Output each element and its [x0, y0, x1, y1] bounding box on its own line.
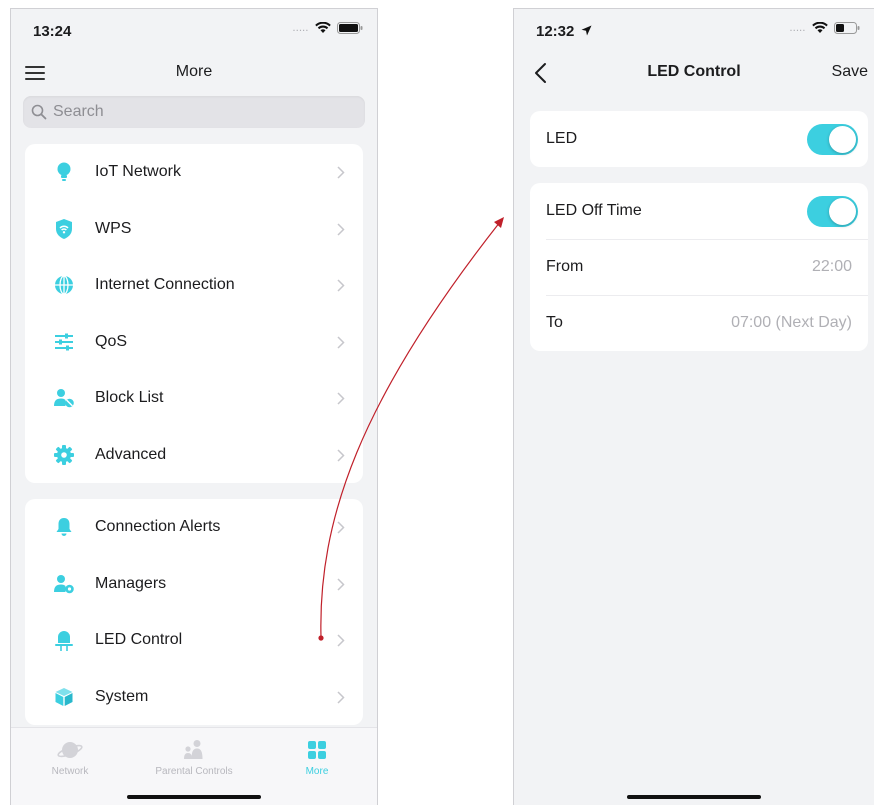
signal-icon: .....: [292, 23, 309, 33]
menu-item-label: Connection Alerts: [95, 518, 221, 536]
led-off-time-card: LED Off Time From 22:00 To 07:00 (Next D…: [530, 183, 868, 351]
menu-item-wps[interactable]: WPS: [25, 201, 363, 258]
menu-item-led-control[interactable]: LED Control: [25, 612, 363, 669]
tab-label: More: [305, 766, 329, 777]
menu-item-iot-network[interactable]: IoT Network: [25, 144, 363, 201]
to-row[interactable]: To 07:00 (Next Day): [530, 295, 868, 351]
chevron-right-icon: [337, 448, 345, 462]
tab-network[interactable]: Network: [15, 738, 125, 777]
chevron-right-icon: [337, 335, 345, 349]
status-time-text: 12:32: [536, 23, 575, 40]
nav-bar: More: [11, 49, 377, 95]
menu-item-label: Block List: [95, 389, 164, 407]
chevron-right-icon: [337, 577, 345, 591]
bulb-icon: [53, 161, 75, 183]
chevron-right-icon: [337, 166, 345, 179]
more-screen: 13:24 ..... More Search IoT Network WPS …: [10, 8, 378, 805]
led-label: LED: [546, 130, 578, 147]
home-indicator: [627, 795, 761, 799]
tab-label: Network: [51, 766, 89, 777]
menu-item-label: QoS: [95, 332, 128, 350]
cube-icon: [53, 686, 75, 708]
menu-item-qos[interactable]: QoS: [25, 314, 363, 371]
block-user-icon: [53, 387, 75, 409]
led-off-time-row: LED Off Time: [530, 183, 868, 239]
to-value: 07:00 (Next Day): [731, 314, 852, 331]
status-bar: 13:24 .....: [11, 9, 377, 49]
menu-item-managers[interactable]: Managers: [25, 556, 363, 613]
nav-bar: LED Control Save: [514, 49, 874, 95]
menu-item-block-list[interactable]: Block List: [25, 370, 363, 427]
led-card: LED: [530, 111, 868, 167]
battery-icon: [337, 22, 363, 34]
led-control-screen: 12:32 ..... LED Control Save LED LED Off…: [513, 8, 874, 805]
search-placeholder: Search: [53, 103, 104, 120]
menu-item-label: Internet Connection: [95, 276, 235, 294]
search-input[interactable]: Search: [23, 96, 365, 128]
menu-item-connection-alerts[interactable]: Connection Alerts: [25, 499, 363, 556]
menu-item-label: IoT Network: [95, 163, 181, 181]
status-icons: .....: [790, 22, 860, 34]
led-off-time-toggle[interactable]: [807, 195, 858, 227]
page-title: LED Control: [647, 63, 741, 80]
led-row: LED: [530, 111, 868, 167]
from-row[interactable]: From 22:00: [530, 239, 868, 295]
wps-shield-icon: [53, 218, 75, 240]
menu-group-network: IoT Network WPS Internet Connection QoS: [25, 144, 363, 483]
chevron-right-icon: [337, 634, 345, 647]
wifi-icon: [315, 22, 331, 33]
status-time: 13:24: [33, 23, 72, 40]
from-value: 22:00: [811, 258, 852, 275]
tab-parental-controls[interactable]: Parental Controls: [139, 738, 249, 777]
menu-item-label: Managers: [95, 574, 167, 592]
menu-item-advanced[interactable]: Advanced: [25, 427, 363, 484]
menu-item-system[interactable]: System: [25, 669, 363, 726]
page-title: More: [175, 63, 213, 80]
search-icon: [31, 104, 47, 120]
home-indicator: [127, 795, 261, 799]
gear-icon: [53, 444, 75, 466]
chevron-right-icon: [337, 521, 345, 534]
chevron-right-icon: [337, 690, 345, 704]
from-label: From: [546, 258, 584, 275]
wifi-icon: [812, 22, 828, 33]
menu-item-label: System: [95, 687, 149, 705]
chevron-right-icon: [337, 392, 345, 405]
menu-item-label: WPS: [95, 219, 132, 237]
led-icon: [53, 629, 75, 652]
status-bar: 12:32 .....: [514, 9, 874, 49]
battery-icon: [834, 22, 860, 34]
led-off-time-label: LED Off Time: [546, 202, 642, 219]
menu-item-internet-connection[interactable]: Internet Connection: [25, 257, 363, 314]
planet-icon: [15, 738, 125, 762]
tab-label: Parental Controls: [155, 766, 233, 777]
grid-icon: [262, 738, 372, 762]
menu-item-label: LED Control: [95, 631, 183, 649]
led-toggle[interactable]: [807, 123, 858, 155]
globe-icon: [53, 274, 75, 296]
chevron-right-icon: [337, 222, 345, 236]
manager-user-icon: [53, 573, 75, 595]
menu-group-system: Connection Alerts Managers LED Control S…: [25, 499, 363, 725]
sliders-icon: [53, 331, 75, 353]
save-button[interactable]: Save: [832, 63, 868, 81]
status-icons: .....: [293, 22, 363, 34]
chevron-right-icon: [337, 279, 345, 292]
bell-icon: [53, 516, 75, 538]
location-arrow-icon: [581, 25, 592, 36]
family-icon: [139, 738, 249, 762]
tab-bar: Network Parental Controls More: [11, 727, 377, 805]
toggle-knob: [829, 197, 856, 225]
status-time: 12:32: [536, 23, 592, 40]
signal-icon: .....: [789, 23, 806, 33]
toggle-knob: [829, 125, 856, 153]
tab-more[interactable]: More: [262, 738, 372, 777]
menu-item-label: Advanced: [95, 445, 167, 463]
to-label: To: [546, 314, 563, 331]
